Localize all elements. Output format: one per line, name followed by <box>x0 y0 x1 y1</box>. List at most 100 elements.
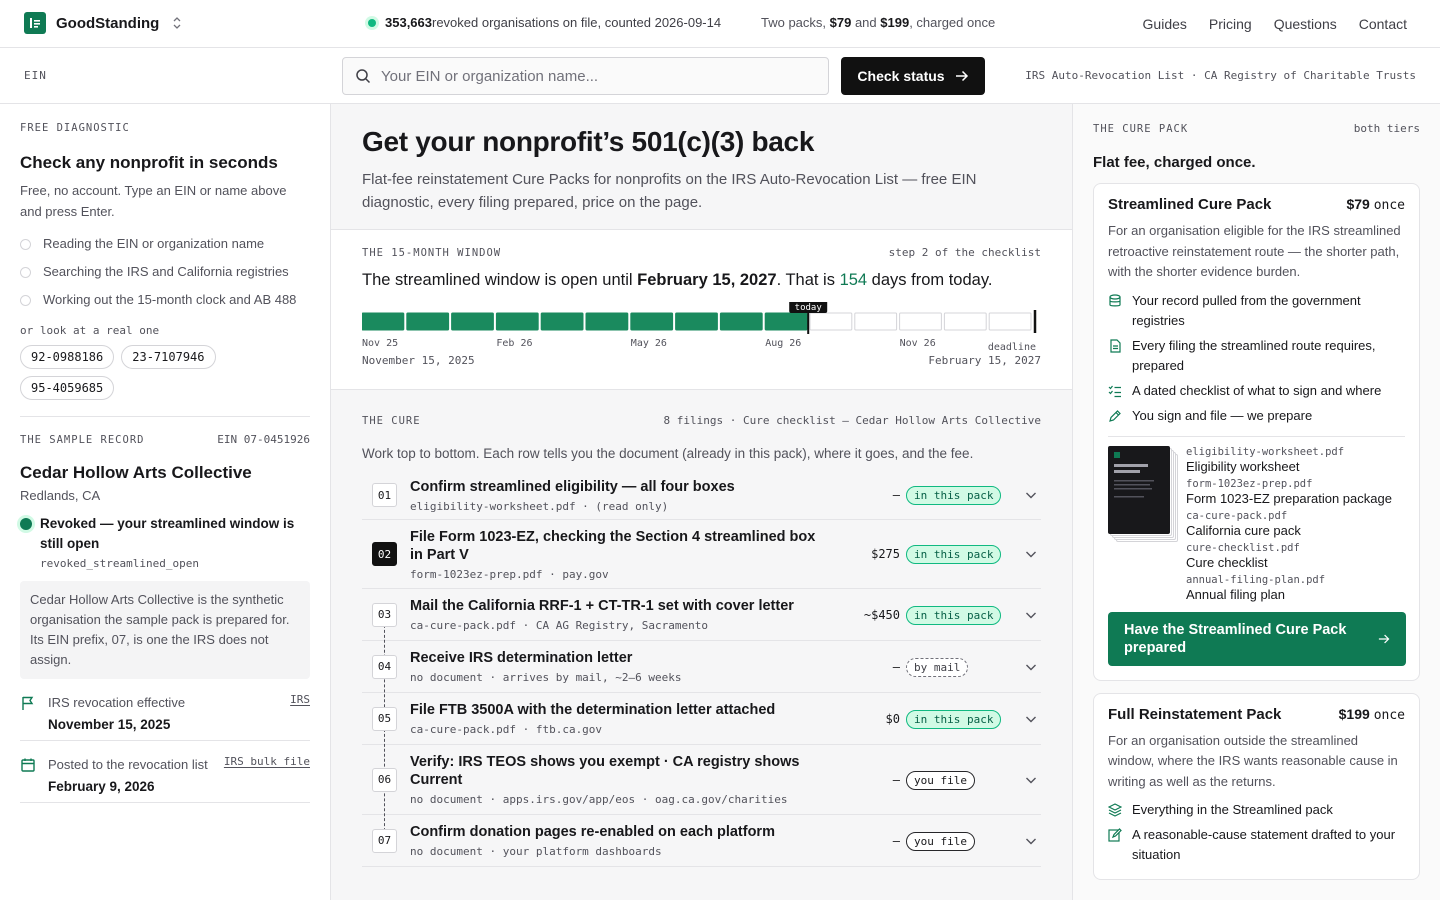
pack-feature: Your record pulled from the government r… <box>1108 291 1405 331</box>
cure-section: THE CURE 8 filings · Cure checklist — Ce… <box>331 390 1072 867</box>
pack-file[interactable]: annual-filing-plan.pdf Annual filing plan <box>1186 574 1392 602</box>
row-title: Verify: IRS TEOS shows you exempt · CA r… <box>410 753 830 789</box>
window-header: THE 15-MONTH WINDOW step 2 of the checkl… <box>362 246 1041 259</box>
step-label: Reading the EIN or organization name <box>43 236 265 251</box>
checklist-row[interactable]: 03 Mail the California RRF-1 + CT-TR-1 se… <box>362 589 1041 641</box>
check-status-button[interactable]: Check status <box>841 57 985 95</box>
row-document: no document · apps.irs.gov/app/eos · oag… <box>410 793 788 806</box>
live-indicator-icon <box>368 18 376 27</box>
step-number: 02 <box>372 542 397 566</box>
row-document: no document · your platform dashboards <box>410 845 662 858</box>
diagnostic-eyebrow: FREE DIAGNOSTIC <box>20 122 130 134</box>
brand[interactable]: GoodStanding <box>24 12 183 34</box>
row-title-text: Confirm streamlined eligibility — all fo… <box>410 478 735 495</box>
timeline-month-remaining <box>809 312 853 331</box>
sample-ein: EIN 07-0451926 <box>217 433 310 446</box>
search-field[interactable] <box>342 57 829 95</box>
row-title: Receive IRS determination letter <box>410 649 830 667</box>
feature-text: You sign and file — we prepare <box>1132 407 1313 423</box>
search-bar: EIN Check status IRS Auto-Revocation Lis… <box>0 48 1440 104</box>
example-eins: 92-0988186 23-7107946 95-4059685 <box>20 345 240 400</box>
deadline-label: deadline <box>988 342 1036 350</box>
checklist-row[interactable]: 06 Verify: IRS TEOS shows you exempt · CA… <box>362 745 1041 815</box>
price-streamlined: $79 <box>829 15 852 30</box>
row-title-text: Receive IRS determination letter <box>410 650 633 666</box>
checklist-row[interactable]: 04 Receive IRS determination letter no doc… <box>362 641 1041 693</box>
status-pill: you file <box>906 831 975 851</box>
feature-text: Everything in the Streamlined pack <box>1132 802 1333 817</box>
page-title: Get your nonprofit’s 501(c)(3) back <box>362 126 815 157</box>
cure-checklist: 01 Confirm streamlined eligibility — all … <box>362 471 1041 867</box>
chevron-down-icon[interactable] <box>1024 608 1038 622</box>
nav-questions[interactable]: Questions <box>1274 16 1337 32</box>
status-code: revoked_streamlined_open <box>40 557 199 570</box>
checklist-row[interactable]: 02 File Form 1023-EZ, checking the Sectio… <box>362 520 1041 589</box>
status-pill: in this pack <box>906 605 1002 625</box>
nav-guides[interactable]: Guides <box>1143 16 1187 32</box>
timeline-month-elapsed <box>362 312 405 331</box>
diagnostic-title: Check any nonprofit in seconds <box>20 153 278 172</box>
chevron-down-icon[interactable] <box>1024 660 1038 674</box>
chevron-up-down-icon[interactable] <box>171 15 183 31</box>
pen-icon <box>1109 409 1121 422</box>
chevron-down-icon[interactable] <box>1024 547 1038 561</box>
pending-step-icon <box>20 295 31 306</box>
row-title: Mail the California RRF-1 + CT-TR-1 set … <box>410 597 830 615</box>
nav-pricing[interactable]: Pricing <box>1209 16 1252 32</box>
feature-text: Your record pulled from the government r… <box>1132 292 1361 328</box>
edit-icon <box>1108 828 1122 842</box>
file-path: annual-filing-plan.pdf <box>1186 573 1326 586</box>
example-ein-chip[interactable]: 23-7107946 <box>121 345 216 369</box>
order-streamlined-button[interactable]: Have the Streamlined Cure Pack prepared <box>1108 611 1406 666</box>
timeline-month-elapsed <box>451 312 494 331</box>
pack-features: Your record pulled from the government r… <box>1108 291 1405 426</box>
revocation-count-status: 353,663 revoked organisations on file, c… <box>368 15 721 30</box>
brand-logo-icon <box>24 12 46 34</box>
timeline-month-remaining <box>854 312 898 331</box>
checklist-row[interactable]: 05 File FTB 3500A with the determination … <box>362 693 1041 745</box>
window-head-text: days from today. <box>867 271 993 289</box>
pack-feature: Everything in the Streamlined pack <box>1108 800 1405 820</box>
window-head-text: . That is <box>776 271 840 289</box>
fact-source-link[interactable]: IRS <box>290 693 310 706</box>
pack-desc: For an organisation outside the streamli… <box>1108 732 1398 789</box>
pack-price-amount: $199 <box>1338 705 1370 722</box>
examples-label: or look at a real one <box>20 324 160 337</box>
pack-file[interactable]: eligibility-worksheet.pdf Eligibility wor… <box>1186 446 1392 474</box>
checklist-row[interactable]: 07 Confirm donation pages re-enabled on e… <box>362 815 1041 867</box>
chevron-down-icon[interactable] <box>1024 834 1038 848</box>
file-name: Eligibility worksheet <box>1186 458 1300 474</box>
chevron-down-icon[interactable] <box>1024 712 1038 726</box>
search-input[interactable] <box>381 67 801 85</box>
step-number: 06 <box>372 767 397 792</box>
pack-file[interactable]: ca-cure-pack.pdf California cure pack <box>1186 510 1392 538</box>
step-number: 03 <box>372 602 397 627</box>
chevron-down-icon[interactable] <box>1024 488 1038 502</box>
status-text: Revoked — your streamlined window is sti… <box>40 516 295 551</box>
fact-posted-to-list: Posted to the revocation list February 9… <box>20 741 310 803</box>
pack-feature: A dated checklist of what to sign and wh… <box>1108 381 1405 401</box>
window-days-left: 154 <box>839 271 868 289</box>
pack-file[interactable]: form-1023ez-prep.pdf Form 1023-EZ prepara… <box>1186 478 1392 506</box>
example-ein-chip[interactable]: 92-0988186 <box>20 345 115 369</box>
ein-label: EIN <box>24 69 47 82</box>
window-deadline-date: February 15, 2027 <box>637 271 777 289</box>
pack-file-list: eligibility-worksheet.pdf Eligibility wor… <box>1186 446 1392 606</box>
timeline-month-remaining <box>988 312 1032 331</box>
cta-label: Have the Streamlined Cure Pack prepared <box>1124 621 1347 656</box>
nav-contact[interactable]: Contact <box>1359 16 1407 32</box>
price-full: $199 <box>880 15 910 30</box>
checklist-row[interactable]: 01 Confirm streamlined eligibility — all … <box>362 471 1041 520</box>
status-pill: by mail <box>906 657 969 677</box>
timeline-month-elapsed <box>406 312 450 331</box>
pack-file[interactable]: cure-checklist.pdf Cure checklist <box>1186 542 1392 570</box>
chevron-down-icon[interactable] <box>1024 773 1038 787</box>
pack-preview-thumbnail[interactable] <box>1108 445 1186 546</box>
packs-eyebrow: THE CURE PACK <box>1093 122 1189 135</box>
step-number: 01 <box>372 483 397 507</box>
diagnostic-step: Working out the 15-month clock and AB 48… <box>20 290 310 310</box>
row-status: you file <box>906 831 1006 851</box>
fact-source-link[interactable]: IRS bulk file <box>224 755 310 768</box>
example-ein-chip[interactable]: 95-4059685 <box>20 376 115 400</box>
row-document: no document · arrives by mail, ~2–6 week… <box>410 671 682 684</box>
